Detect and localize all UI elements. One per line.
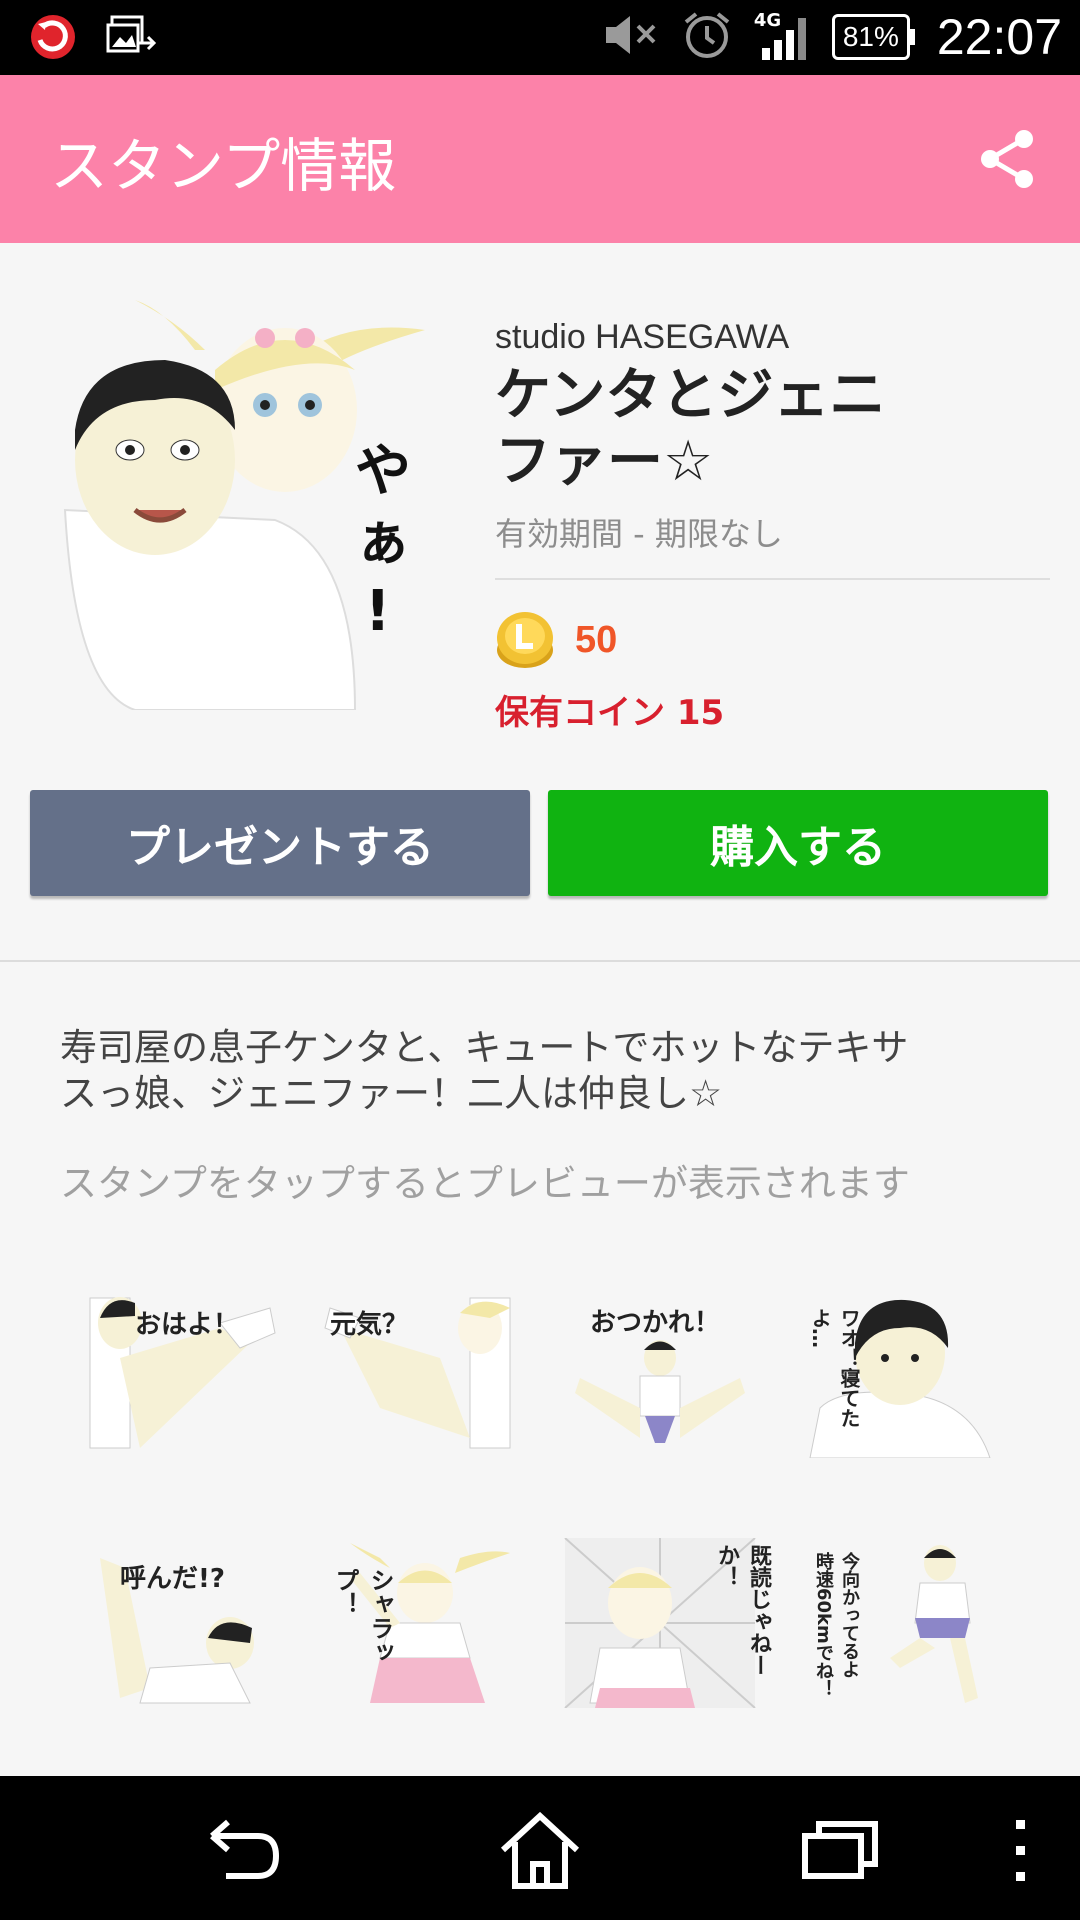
buy-button[interactable]: 購入する (548, 790, 1048, 896)
svg-text:ぁ: ぁ (355, 509, 411, 574)
sticker-main-image: や ぁ ! (55, 290, 455, 711)
preview-hint: スタンプをタップするとプレビューが表示されます (60, 1162, 910, 1205)
section-divider (0, 960, 1080, 962)
recents-icon (802, 1821, 878, 1879)
sticker-caption: おつかれ！ (590, 1308, 721, 1338)
menu-icon (1016, 1820, 1025, 1881)
sticker-caption: 元気？ (330, 1310, 409, 1340)
alarm-icon (682, 10, 732, 64)
navigation-bar (0, 1776, 1080, 1920)
page-title: スタンプ情報 (50, 132, 397, 200)
home-icon (500, 1811, 580, 1889)
sticker-caption: おはよ！ (135, 1310, 240, 1340)
sticker-item[interactable]: おつかれ！ (560, 1288, 760, 1458)
sticker-caption: 呼んだ!? (120, 1564, 225, 1594)
sticker-item[interactable]: 今向かってるよ 時速60kmでね！ (800, 1538, 1000, 1708)
clock: 22:07 (936, 9, 1062, 65)
sticker-item[interactable]: ワオ！寝てたよ… (800, 1288, 1000, 1458)
status-bar: 4G 81% 22:07 (0, 0, 1080, 75)
coin-icon (495, 608, 555, 672)
sticker-item[interactable]: おはよ！ (80, 1288, 280, 1458)
share-icon (981, 130, 1033, 188)
sticker-item[interactable]: 既読じゃねーか！ (560, 1538, 771, 1708)
sticker-item[interactable]: 元気？ (320, 1288, 520, 1458)
mute-icon (602, 12, 660, 62)
validity-period: 有効期間 - 期限なし (495, 515, 783, 553)
price: 50 (575, 618, 618, 661)
share-button[interactable] (976, 127, 1040, 191)
menu-button[interactable] (990, 1806, 1050, 1896)
back-button[interactable] (198, 1806, 288, 1896)
sticker-info: studio HASEGAWA ケンタとジェニ ファー☆ 有効期間 - 期限なし (495, 318, 1050, 555)
gallery-sync-icon (106, 13, 158, 65)
signal-icon: 4G (754, 10, 810, 62)
svg-text:や: や (355, 439, 411, 504)
back-icon (210, 1819, 280, 1879)
recents-button[interactable] (795, 1806, 885, 1896)
home-button[interactable] (495, 1806, 585, 1896)
app-header: スタンプ情報 (0, 75, 1080, 243)
sticker-item[interactable]: 呼んだ!? (80, 1538, 280, 1708)
svg-text:!: ! (365, 579, 391, 644)
sticker-title-line2: ファー☆ (495, 429, 714, 494)
author-name: studio HASEGAWA (495, 318, 790, 356)
description-line2: スっ娘、ジェニファー！二人は仲良し☆ (60, 1072, 723, 1115)
sticker-caption: シャラップ！ (331, 1568, 394, 1664)
sticker-title: ケンタとジェニ ファー☆ (495, 363, 1050, 495)
price-row: 50 (495, 608, 617, 672)
battery-level: 81% (831, 14, 910, 60)
sticker-grid: おはよ！ 元気？ おつかれ！ ワオ！寝てたよ… 呼んだ!? シャラップ！ 既読じ… (60, 1280, 1020, 1780)
trend-micro-icon (28, 12, 78, 66)
sticker-item[interactable]: シャラップ！ (320, 1538, 520, 1708)
owned-coins: 保有コイン 15 (495, 693, 725, 733)
divider (495, 578, 1050, 580)
sticker-caption: 今向かってるよ 時速60kmでね！ (813, 1552, 860, 1698)
battery-icon: 81% (831, 14, 915, 60)
sticker-title-line1: ケンタとジェニ (495, 363, 886, 428)
sticker-caption: 既読じゃねーか！ (714, 1544, 771, 1676)
gift-button[interactable]: プレゼントする (30, 790, 530, 896)
sticker-caption: ワオ！寝てたよ… (808, 1308, 861, 1428)
sticker-description: 寿司屋の息子ケンタと、キュートでホットなテキサ スっ娘、ジェニファー！二人は仲良… (60, 1025, 1020, 1117)
description-line1: 寿司屋の息子ケンタと、キュートでホットなテキサ (60, 1026, 909, 1069)
